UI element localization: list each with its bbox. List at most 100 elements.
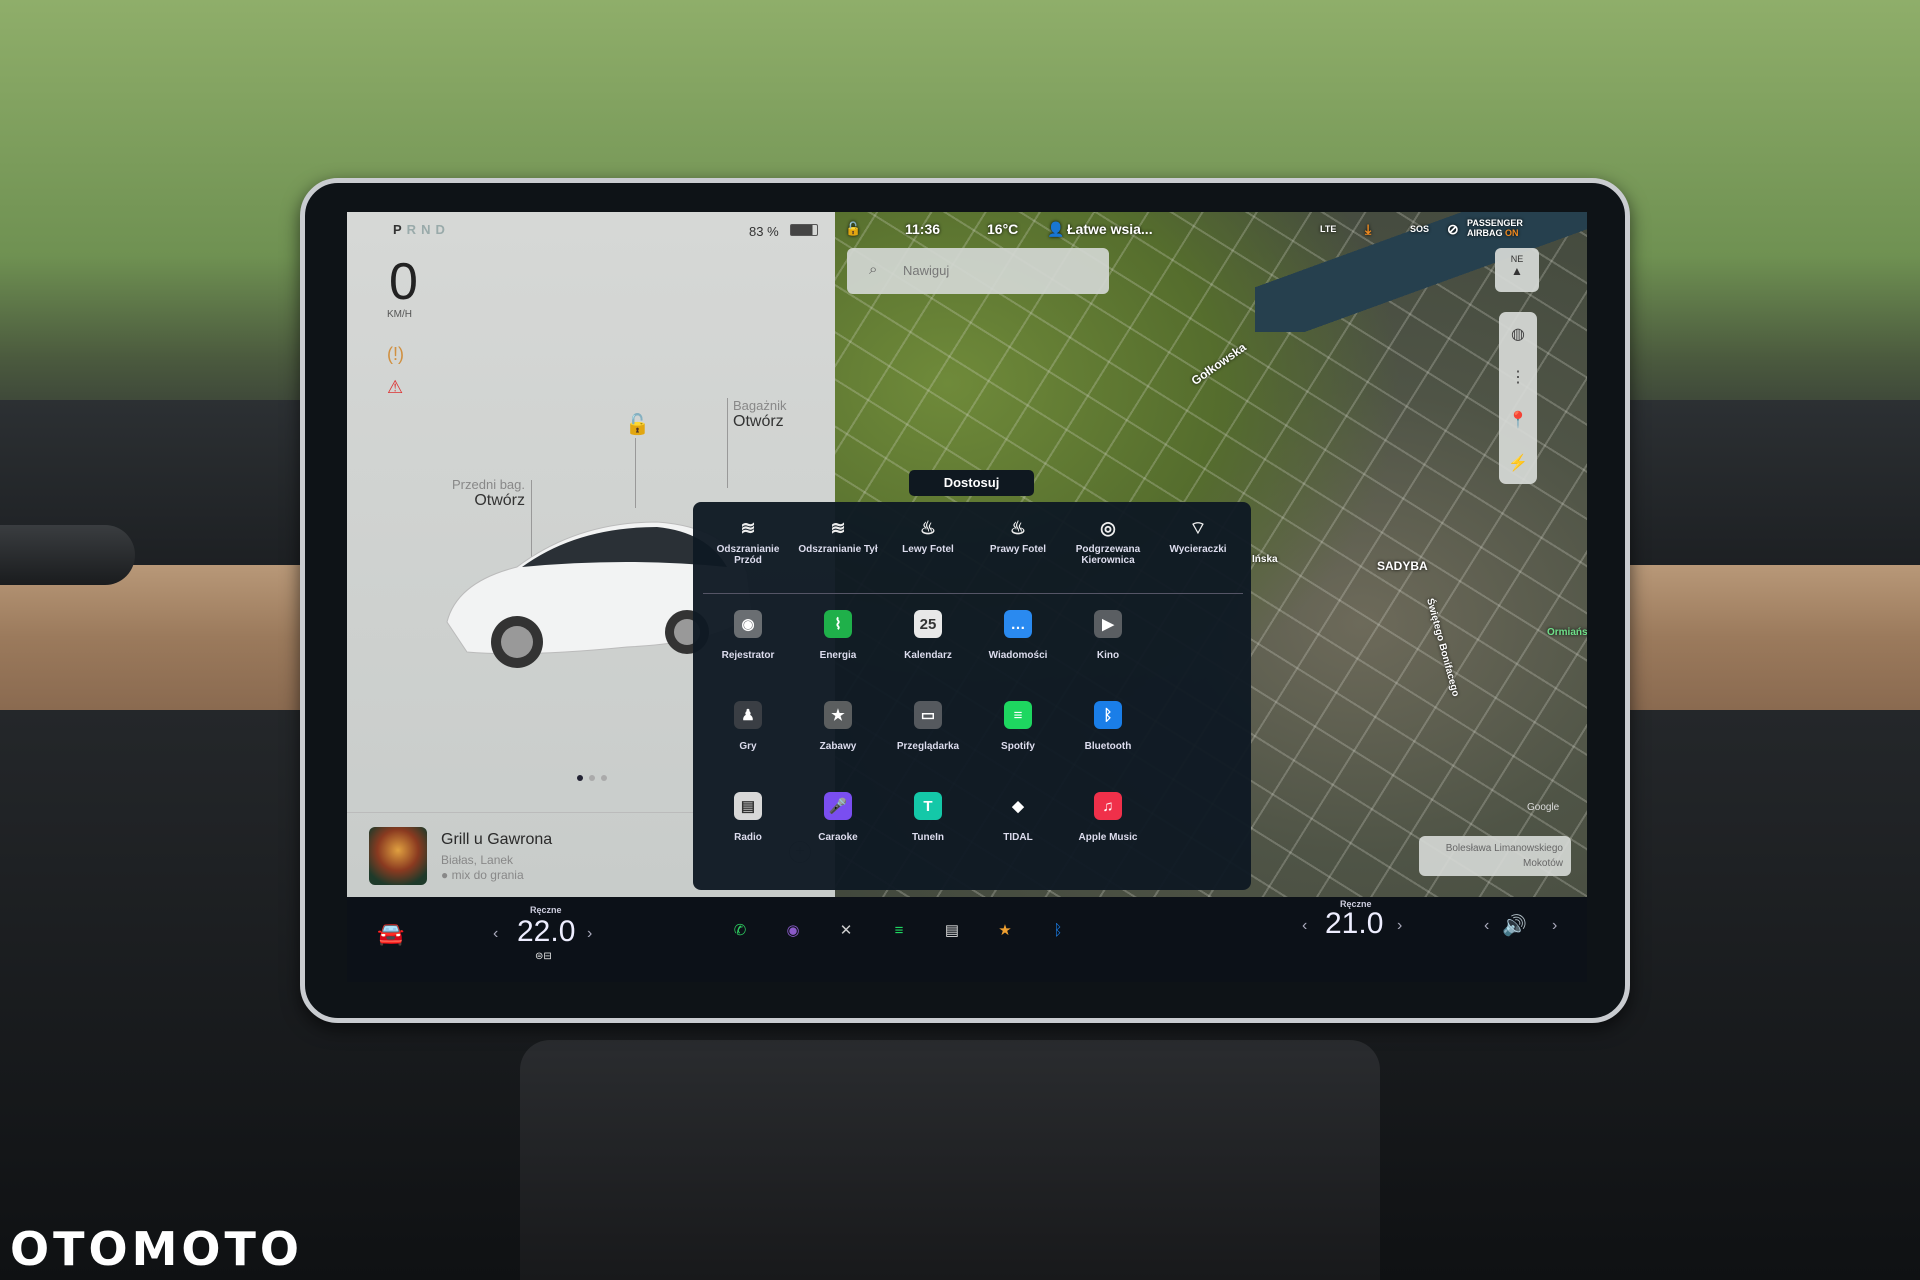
volume-icon[interactable]: 🔊 [1502, 913, 1527, 938]
driver-temp-up[interactable]: › [587, 925, 592, 943]
caraoke-icon: 🎤 [824, 792, 852, 820]
wipers-button[interactable]: ⌔ Wycieraczki [1153, 512, 1243, 593]
app-apple-music[interactable]: ♫ Apple Music [1063, 792, 1153, 843]
app-tunein[interactable]: T TuneIn [883, 792, 973, 843]
trunk-control[interactable]: Bagażnik Otwórz [733, 398, 786, 431]
front-defrost-button[interactable]: ≋ Odszranianie Przód [703, 512, 793, 593]
toybox-icon[interactable]: ★ [992, 917, 1018, 943]
rear-defrost-icon: ≋ [830, 518, 846, 538]
front-defrost-icon: ≋ [740, 518, 756, 538]
seat-heater-icon: ♨ [1009, 518, 1027, 538]
taskbar: 🚘 Ręczne ‹ 22.0 › ⊜⊟ ✆ ◉ ✕ ≡ ▤ ★ ᛒ Ręczne ‹ 21… [347, 897, 1587, 982]
touchscreen: PRND 0 KM/H 83 % (!) ⚠ 🔓 Przedni bag. Ot… [347, 212, 1587, 982]
page-indicator[interactable] [577, 775, 607, 781]
clock: 11:36 [905, 221, 941, 237]
app-kalendarz[interactable]: 25 Kalendarz [883, 610, 973, 661]
battery-icon [790, 224, 818, 236]
heading-arrow-icon: ▲ [1511, 264, 1523, 278]
app-zabawy[interactable]: ★ Zabawy [793, 701, 883, 752]
app-spotify[interactable]: ≡ Spotify [973, 701, 1063, 752]
pin-icon[interactable]: 📍 [1499, 398, 1537, 441]
wiper-icon: ⌔ [1189, 518, 1207, 538]
steering-wheel-heat-icon: ◎ [1100, 518, 1116, 538]
globe-icon[interactable]: ◍ [1499, 312, 1537, 355]
steering-stalk [0, 525, 135, 585]
rejestrator-icon: ◉ [734, 610, 762, 638]
status-bar: 🔓 11:36 16°C 👤 Łatwe wsia... LTE ⤓ SOS ⊘… [835, 212, 1587, 246]
park-label: Ormiański [1547, 627, 1587, 638]
przeglądarka-icon: ▭ [914, 701, 942, 729]
driver-temp-mode: Ręczne [530, 905, 562, 915]
sos-button[interactable]: SOS [1410, 224, 1429, 234]
steering-wheel-heater-button[interactable]: ◎ Podgrzewana Kierownica [1063, 512, 1153, 593]
app-energia[interactable]: ⌇ Energia [793, 610, 883, 661]
app-przeglądarka[interactable]: ▭ Przeglądarka [883, 701, 973, 752]
spotify-icon[interactable]: ≡ [886, 917, 912, 943]
song-title: Grill u Gawrona [441, 831, 553, 848]
airbag-icon: ⊘ [1447, 220, 1459, 237]
bluetooth-icon[interactable]: ᛒ [1045, 917, 1071, 943]
driver-temperature[interactable]: 22.0 [517, 915, 575, 949]
search-icon: ⌕ [869, 261, 878, 278]
current-address[interactable]: Bolesława Limanowskiego Mokotów [1419, 836, 1571, 876]
outside-temperature: 16°C [987, 221, 1019, 237]
app-radio[interactable]: ▤ Radio [703, 792, 793, 843]
unlock-icon[interactable]: 🔓 [625, 412, 650, 437]
right-seat-heater-button[interactable]: ♨ Prawy Fotel [973, 512, 1063, 593]
phone-icon[interactable]: ✆ [727, 917, 753, 943]
spotify-small-icon: ● [441, 868, 452, 882]
customize-button[interactable]: Dostosuj [909, 470, 1034, 496]
download-icon[interactable]: ⤓ [1365, 221, 1371, 238]
traffic-icon[interactable]: ⋮ [1499, 355, 1537, 398]
camera-icon[interactable]: ◉ [780, 917, 806, 943]
gry-icon: ♟ [734, 701, 762, 729]
passenger-temp-down[interactable]: ‹ [1302, 917, 1307, 935]
search-input[interactable]: Nawiguj [903, 263, 949, 278]
driver-temp-down[interactable]: ‹ [493, 925, 498, 943]
app-caraoke[interactable]: 🎤 Caraoke [793, 792, 883, 843]
rear-defrost-button[interactable]: ≋ Odszranianie Tył [793, 512, 883, 593]
compass-button[interactable]: NE ▲ [1495, 248, 1539, 292]
bluetooth-icon: ᛒ [1094, 701, 1122, 729]
seat-heater-icon: ♨ [919, 518, 937, 538]
app-gry[interactable]: ♟ Gry [703, 701, 793, 752]
seat-defrost-icons[interactable]: ⊜⊟ [535, 951, 552, 962]
passenger-temperature[interactable]: 21.0 [1325, 907, 1383, 941]
app-wiadomości[interactable]: … Wiadomości [973, 610, 1063, 661]
volume-down[interactable]: ‹ [1484, 917, 1489, 935]
navigation-search[interactable]: ⌕ Nawiguj [847, 248, 1109, 294]
zabawy-icon: ★ [824, 701, 852, 729]
app-grid: ◉ Rejestrator ⌇ Energia 25 Kalendarz… Wiadomoś… [703, 610, 1163, 843]
volume-up[interactable]: › [1552, 917, 1557, 935]
apple-music-icon: ♫ [1094, 792, 1122, 820]
left-seat-heater-button[interactable]: ♨ Lewy Fotel [883, 512, 973, 593]
kalendarz-icon: 25 [914, 610, 942, 638]
charging-icon[interactable]: ⚡ [1499, 441, 1537, 484]
speed-readout: 0 [389, 253, 418, 311]
map-attribution: Google [1527, 802, 1560, 813]
radio-icon[interactable]: ▤ [939, 917, 965, 943]
lock-status-icon[interactable]: 🔓 [845, 221, 861, 237]
lte-signal: LTE [1320, 224, 1337, 234]
gear-selector: PRND [393, 222, 450, 237]
album-art[interactable] [369, 827, 427, 885]
quick-controls: ≋ Odszranianie Przód ≋ Odszranianie Tył ♨ L… [703, 512, 1243, 594]
battery-percent: 83 % [749, 224, 779, 239]
car-icon[interactable]: 🚘 [377, 921, 404, 947]
speed-unit: KM/H [387, 309, 412, 320]
watermark-logo: OTOMOTO [10, 1222, 303, 1276]
playback-source: ● mix do grania [441, 868, 524, 882]
passenger-temp-up[interactable]: › [1397, 917, 1402, 935]
kino-icon: ▶ [1094, 610, 1122, 638]
passenger-airbag-status: PASSENGER AIRBAG ON [1467, 218, 1523, 238]
profile-icon[interactable]: 👤 [1047, 221, 1064, 238]
tunein-icon: T [914, 792, 942, 820]
app-bluetooth[interactable]: ᛒ Bluetooth [1063, 701, 1153, 752]
app-kino[interactable]: ▶ Kino [1063, 610, 1153, 661]
driver-profile[interactable]: Łatwe wsia... [1067, 221, 1153, 237]
app-rejestrator[interactable]: ◉ Rejestrator [703, 610, 793, 661]
close-app-icon[interactable]: ✕ [833, 917, 859, 943]
center-console [520, 1040, 1380, 1280]
app-tidal[interactable]: ◆ TIDAL [973, 792, 1063, 843]
song-artist: Białas, Lanek [441, 853, 514, 867]
